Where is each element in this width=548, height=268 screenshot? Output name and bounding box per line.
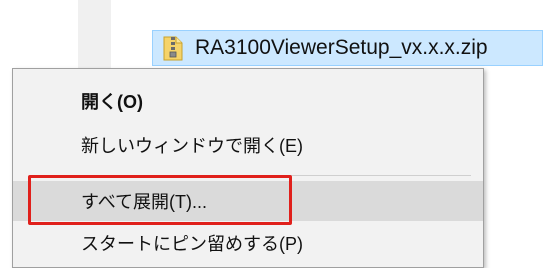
zip-folder-icon (162, 34, 184, 62)
menu-separator (67, 175, 471, 176)
menu-item-label: スタートにピン留めする(P) (81, 234, 303, 254)
navigation-pane (78, 0, 111, 70)
menu-item-extract-all[interactable]: すべて展開(T)... (13, 181, 483, 221)
menu-item-label: 開く(O) (81, 92, 143, 112)
context-menu: 開く(O) 新しいウィンドウで開く(E) すべて展開(T)... スタートにピン… (12, 68, 484, 268)
menu-item-open[interactable]: 開く(O) (13, 81, 483, 121)
file-name: RA3100ViewerSetup_vx.x.x.zip (195, 36, 488, 59)
menu-item-pin-to-start[interactable]: スタートにピン留めする(P) (13, 223, 483, 263)
menu-item-label: すべて展開(T)... (81, 192, 208, 212)
menu-item-open-new-window[interactable]: 新しいウィンドウで開く(E) (13, 125, 483, 165)
menu-item-label: 新しいウィンドウで開く(E) (81, 136, 303, 156)
file-item-selected[interactable]: RA3100ViewerSetup_vx.x.x.zip (152, 30, 543, 66)
